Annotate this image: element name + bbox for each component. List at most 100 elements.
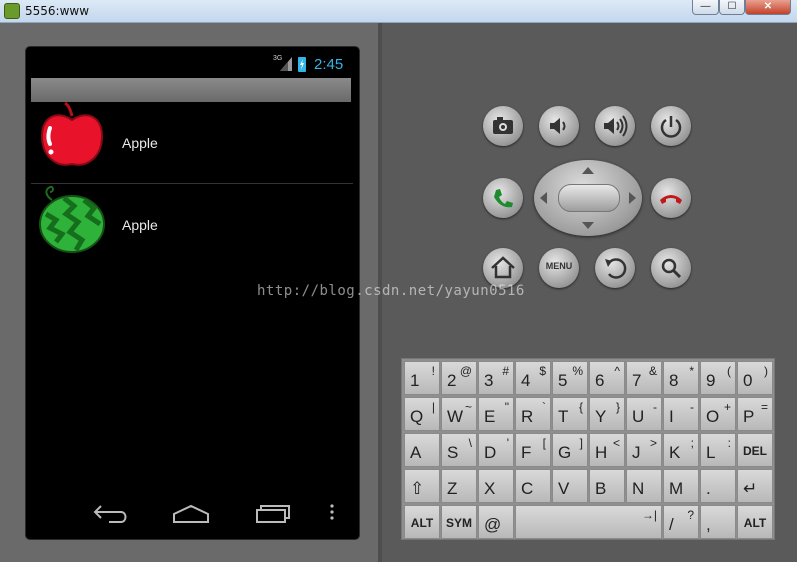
volume-down-button[interactable] xyxy=(539,106,579,146)
key-q[interactable]: Q | xyxy=(404,397,440,431)
key-r[interactable]: R ` xyxy=(515,397,551,431)
list-item[interactable]: Apple xyxy=(26,102,359,182)
key-label: Y xyxy=(595,407,607,426)
key-/[interactable]: /? xyxy=(663,505,699,539)
status-clock: 2:45 xyxy=(314,56,344,73)
key-del[interactable]: DEL xyxy=(737,433,773,467)
key-alt-label: + xyxy=(723,400,731,414)
key-z[interactable]: Z xyxy=(441,469,477,503)
close-button[interactable]: ✕ xyxy=(745,0,791,15)
key-label: E xyxy=(484,407,496,426)
key-alt[interactable]: ALT xyxy=(737,505,773,539)
key-label: Z xyxy=(447,479,458,498)
key-label: O xyxy=(706,407,720,426)
status-bar: 3G 2:45 xyxy=(26,47,359,77)
key-alt[interactable]: ALT xyxy=(404,505,440,539)
key-alt-label: | xyxy=(431,400,435,414)
home-icon[interactable] xyxy=(171,498,211,526)
key-b[interactable]: B xyxy=(589,469,625,503)
key-e[interactable]: E " xyxy=(478,397,514,431)
key-y[interactable]: Y} xyxy=(589,397,625,431)
home-button[interactable] xyxy=(483,248,523,288)
key-o[interactable]: O + xyxy=(700,397,736,431)
key-w[interactable]: W ~ xyxy=(441,397,477,431)
key-alt-label: ( xyxy=(727,364,731,378)
volume-up-button[interactable] xyxy=(595,106,635,146)
key-6[interactable]: 6 ^ xyxy=(589,361,625,395)
key-label: 2 xyxy=(447,371,457,390)
key-t[interactable]: T{ xyxy=(552,397,588,431)
key-alt-label: < xyxy=(612,436,620,450)
key-3[interactable]: 3 # xyxy=(478,361,514,395)
key-5[interactable]: 5% xyxy=(552,361,588,395)
minimize-button[interactable]: — xyxy=(692,0,719,15)
key-alt-label: ) xyxy=(764,364,768,378)
dpad-center-button[interactable] xyxy=(558,184,620,212)
camera-icon xyxy=(493,117,513,134)
key-label: A xyxy=(410,443,422,462)
key-9[interactable]: 9( xyxy=(700,361,736,395)
key-label: L xyxy=(706,443,716,462)
key-space[interactable]: →| xyxy=(515,505,662,539)
key-i[interactable]: I- xyxy=(663,397,699,431)
back-icon[interactable] xyxy=(91,498,131,526)
key-d[interactable]: D ' xyxy=(478,433,514,467)
camera-button[interactable] xyxy=(483,106,523,146)
recent-apps-icon[interactable] xyxy=(252,498,292,526)
key-label: Q xyxy=(410,407,424,426)
power-button[interactable] xyxy=(651,106,691,146)
key-a[interactable]: A xyxy=(404,433,440,467)
key-label: R xyxy=(521,407,534,426)
list-item[interactable]: Apple xyxy=(26,184,359,264)
key-s[interactable]: S \ xyxy=(441,433,477,467)
home-icon xyxy=(491,256,515,279)
key-label: M xyxy=(669,479,684,498)
maximize-button[interactable]: ☐ xyxy=(719,0,745,15)
key-8[interactable]: 8 * xyxy=(663,361,699,395)
key-n[interactable]: N xyxy=(626,469,662,503)
key-h[interactable]: H < xyxy=(589,433,625,467)
android-emulator-icon xyxy=(4,3,20,19)
key-k[interactable]: K; xyxy=(663,433,699,467)
key-g[interactable]: G] xyxy=(552,433,588,467)
key-enter[interactable]: ↵ xyxy=(737,469,773,503)
key-l[interactable]: L: xyxy=(700,433,736,467)
key-@[interactable]: @ xyxy=(478,505,514,539)
power-icon xyxy=(660,116,682,138)
key-label: 8 xyxy=(669,371,679,390)
key-label: 6 xyxy=(595,371,605,390)
key-shift[interactable]: ⇧ xyxy=(404,469,440,503)
key-alt-label: ` xyxy=(542,400,546,414)
menu-button[interactable]: MENU xyxy=(539,248,579,288)
key-7[interactable]: 7 & xyxy=(626,361,662,395)
end-call-button[interactable] xyxy=(651,178,691,218)
key-u[interactable]: U- xyxy=(626,397,662,431)
key-alt-label: - xyxy=(690,400,694,414)
overflow-menu-icon[interactable] xyxy=(312,498,352,526)
key-label: D xyxy=(484,443,497,462)
dpad[interactable] xyxy=(534,160,642,236)
key-label: 1 xyxy=(410,371,420,390)
key-c[interactable]: C xyxy=(515,469,551,503)
key-sym[interactable]: SYM xyxy=(441,505,477,539)
key-0[interactable]: 0) xyxy=(737,361,773,395)
key-v[interactable]: V xyxy=(552,469,588,503)
key-label: 3 xyxy=(484,371,494,390)
key-j[interactable]: J > xyxy=(626,433,662,467)
key-p[interactable]: P = xyxy=(737,397,773,431)
list-item-label: Apple xyxy=(122,135,158,151)
key-label: I xyxy=(669,407,674,426)
key-alt-label: →| xyxy=(641,508,657,522)
back-button[interactable] xyxy=(595,248,635,288)
key-f[interactable]: F[ xyxy=(515,433,551,467)
key-m[interactable]: M xyxy=(663,469,699,503)
key-4[interactable]: 4 $ xyxy=(515,361,551,395)
search-button[interactable] xyxy=(651,248,691,288)
key-1[interactable]: 1! xyxy=(404,361,440,395)
key-2[interactable]: 2 @ xyxy=(441,361,477,395)
key-,[interactable]: , xyxy=(700,505,736,539)
key-x[interactable]: X xyxy=(478,469,514,503)
key-label: ALT xyxy=(743,516,767,530)
call-button[interactable] xyxy=(483,178,523,218)
key-.[interactable]: . xyxy=(700,469,736,503)
